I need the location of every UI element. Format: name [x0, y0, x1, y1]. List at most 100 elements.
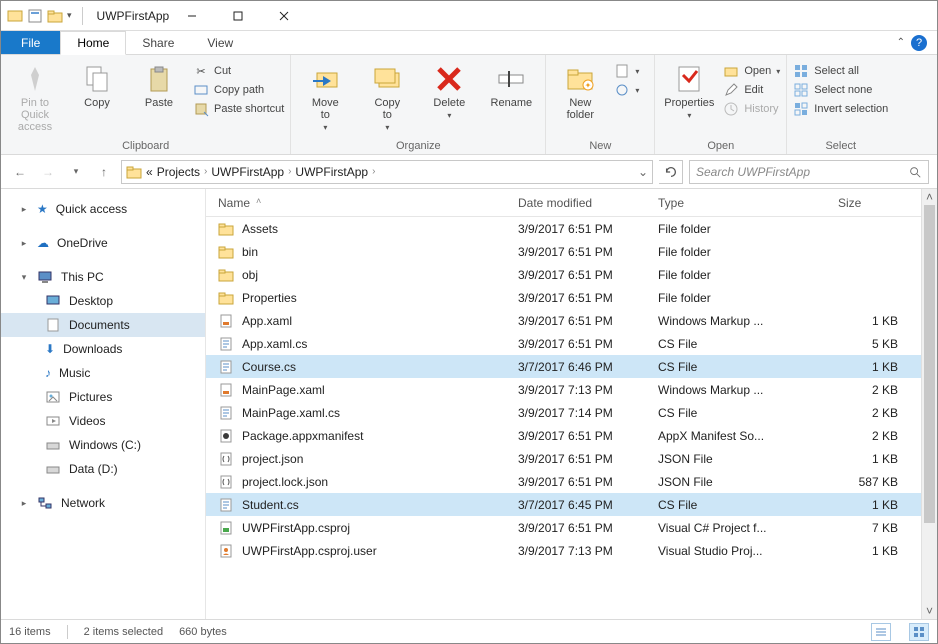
new-item-button[interactable]: ▾	[614, 63, 648, 79]
column-header-date[interactable]: Date modified	[518, 196, 658, 210]
column-header-type[interactable]: Type	[658, 196, 838, 210]
ribbon-group-select: Select all Select none Invert selection …	[787, 55, 894, 154]
nav-network[interactable]: ▸Network	[1, 491, 205, 515]
help-button[interactable]: ?	[911, 35, 927, 51]
nav-documents[interactable]: Documents	[1, 313, 205, 337]
tab-file[interactable]: File	[1, 31, 60, 54]
scrollbar-vertical[interactable]: ˄ ˅	[921, 189, 937, 619]
table-row[interactable]: Properties3/9/2017 6:51 PMFile folder	[206, 286, 921, 309]
column-header-name[interactable]: Name	[218, 196, 250, 210]
documents-icon	[45, 317, 61, 333]
file-name: Student.cs	[242, 498, 299, 512]
file-size: 2 KB	[838, 406, 918, 420]
nav-pictures[interactable]: Pictures	[1, 385, 205, 409]
open-button[interactable]: Open ▾	[723, 63, 780, 79]
file-date: 3/9/2017 6:51 PM	[518, 429, 658, 443]
paste-shortcut-button[interactable]: Paste shortcut	[193, 101, 284, 117]
breadcrumb-item[interactable]: UWPFirstApp	[211, 165, 284, 179]
breadcrumb-item[interactable]: Projects	[157, 165, 200, 179]
paste-button[interactable]: Paste	[131, 59, 187, 109]
copy-to-button[interactable]: Copy to ▾	[359, 59, 415, 132]
refresh-button[interactable]	[659, 160, 683, 184]
nav-desktop[interactable]: Desktop	[1, 289, 205, 313]
maximize-button[interactable]	[215, 1, 261, 31]
cut-button[interactable]: ✂Cut	[193, 63, 284, 79]
file-type: CS File	[658, 498, 838, 512]
nav-onedrive[interactable]: ▸☁OneDrive	[1, 231, 205, 255]
qat-properties-icon[interactable]	[27, 8, 43, 24]
table-row[interactable]: Student.cs3/7/2017 6:45 PMCS File1 KB	[206, 493, 921, 516]
nav-videos[interactable]: Videos	[1, 409, 205, 433]
table-row[interactable]: Package.appxmanifest3/9/2017 6:51 PMAppX…	[206, 424, 921, 447]
tab-share[interactable]: Share	[126, 31, 191, 54]
table-row[interactable]: MainPage.xaml3/9/2017 7:13 PMWindows Mar…	[206, 378, 921, 401]
invert-selection-button[interactable]: Invert selection	[793, 101, 888, 117]
ribbon-group-label-clipboard: Clipboard	[7, 138, 284, 152]
delete-button[interactable]: Delete ▾	[421, 59, 477, 120]
manifest-icon	[218, 428, 234, 444]
table-row[interactable]: UWPFirstApp.csproj3/9/2017 6:51 PMVisual…	[206, 516, 921, 539]
pin-to-quick-access-button[interactable]: Pin to Quick access	[7, 59, 63, 133]
star-icon: ★	[37, 202, 48, 216]
nav-windows-c[interactable]: Windows (C:)	[1, 433, 205, 457]
nav-data-d[interactable]: Data (D:)	[1, 457, 205, 481]
minimize-button[interactable]	[169, 1, 215, 31]
table-row[interactable]: App.xaml.cs3/9/2017 6:51 PMCS File5 KB	[206, 332, 921, 355]
ribbon-group-clipboard: Pin to Quick access Copy Paste ✂Cut Copy…	[1, 55, 291, 154]
history-button[interactable]: History	[723, 101, 780, 117]
chevron-right-icon[interactable]: ›	[288, 166, 291, 177]
easy-access-icon	[614, 82, 630, 98]
address-box[interactable]: « Projects › UWPFirstApp › UWPFirstApp › ⌄	[121, 160, 653, 184]
nav-up-button[interactable]: ↑	[93, 161, 115, 183]
qat-customize-caret[interactable]: ▾	[67, 10, 72, 21]
file-name: Course.cs	[242, 360, 296, 374]
file-name: UWPFirstApp.csproj.user	[242, 544, 377, 558]
ribbon-collapse-caret[interactable]: ⌃	[897, 37, 905, 48]
qat-newfolder-icon[interactable]	[47, 8, 63, 24]
select-none-button[interactable]: Select none	[793, 82, 888, 98]
table-row[interactable]: project.json3/9/2017 6:51 PMJSON File1 K…	[206, 447, 921, 470]
search-input[interactable]: Search UWPFirstApp	[689, 160, 929, 184]
breadcrumb-prefix[interactable]: «	[146, 165, 153, 179]
scroll-up-button[interactable]: ˄	[922, 189, 937, 205]
move-to-button[interactable]: Move to ▾	[297, 59, 353, 132]
breadcrumb-item[interactable]: UWPFirstApp	[295, 165, 368, 179]
table-row[interactable]: MainPage.xaml.cs3/9/2017 7:14 PMCS File2…	[206, 401, 921, 424]
table-row[interactable]: obj3/9/2017 6:51 PMFile folder	[206, 263, 921, 286]
properties-button[interactable]: Properties ▾	[661, 59, 717, 120]
scroll-down-button[interactable]: ˅	[922, 603, 937, 619]
edit-button[interactable]: Edit	[723, 82, 780, 98]
tab-view[interactable]: View	[191, 31, 250, 54]
view-large-icons-button[interactable]	[909, 623, 929, 641]
file-name: Assets	[242, 222, 278, 236]
nav-downloads[interactable]: ⬇Downloads	[1, 337, 205, 361]
rename-button[interactable]: Rename	[483, 59, 539, 109]
new-folder-button[interactable]: ✦ New folder	[552, 59, 608, 121]
table-row[interactable]: Assets3/9/2017 6:51 PMFile folder	[206, 217, 921, 240]
copy-button[interactable]: Copy	[69, 59, 125, 109]
nav-forward-button[interactable]: →	[37, 161, 59, 183]
close-button[interactable]	[261, 1, 307, 31]
column-header-size[interactable]: Size	[838, 196, 918, 210]
chevron-right-icon[interactable]: ›	[204, 166, 207, 177]
view-details-button[interactable]	[871, 623, 891, 641]
nav-music[interactable]: ♪Music	[1, 361, 205, 385]
nav-quick-access[interactable]: ▸★Quick access	[1, 197, 205, 221]
scroll-thumb[interactable]	[924, 205, 935, 523]
select-all-button[interactable]: Select all	[793, 63, 888, 79]
table-row[interactable]: bin3/9/2017 6:51 PMFile folder	[206, 240, 921, 263]
easy-access-button[interactable]: ▾	[614, 82, 648, 98]
table-row[interactable]: App.xaml3/9/2017 6:51 PMWindows Markup .…	[206, 309, 921, 332]
table-row[interactable]: project.lock.json3/9/2017 6:51 PMJSON Fi…	[206, 470, 921, 493]
table-row[interactable]: UWPFirstApp.csproj.user3/9/2017 7:13 PMV…	[206, 539, 921, 562]
nav-back-button[interactable]: ←	[9, 161, 31, 183]
nav-this-pc[interactable]: ▾This PC	[1, 265, 205, 289]
file-size: 587 KB	[838, 475, 918, 489]
address-dropdown-caret[interactable]: ⌄	[638, 165, 648, 179]
music-icon: ♪	[45, 366, 51, 380]
chevron-right-icon[interactable]: ›	[372, 166, 375, 177]
tab-home[interactable]: Home	[60, 31, 126, 55]
nav-recent-caret[interactable]: ▾	[65, 161, 87, 183]
copy-path-button[interactable]: Copy path	[193, 82, 284, 98]
table-row[interactable]: Course.cs3/7/2017 6:46 PMCS File1 KB	[206, 355, 921, 378]
